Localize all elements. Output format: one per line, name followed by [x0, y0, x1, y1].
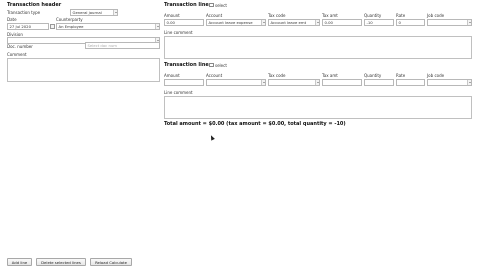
job-code-select-2[interactable] [427, 79, 472, 86]
comment-label: Comment [7, 52, 27, 57]
reload-calculate-button[interactable]: Reload Calculate [90, 258, 132, 266]
col-tax-amt-2: Tax amt [322, 73, 338, 78]
col-job-code-2: Job code [427, 73, 445, 78]
counterparty-select[interactable]: An Employee [56, 23, 160, 30]
chevron-down-icon[interactable] [466, 80, 471, 85]
chevron-down-icon[interactable] [314, 20, 319, 25]
line-comment-textarea-1[interactable] [164, 36, 472, 59]
col-amount-2: Amount [164, 73, 180, 78]
col-quantity-1: Quantity [364, 13, 382, 18]
account-select-2[interactable] [206, 79, 266, 86]
col-tax-amt-1: Tax amt [322, 13, 338, 18]
col-rate-1: Rate [396, 13, 406, 18]
line-comment-label-1: Line comment [164, 30, 193, 35]
amount-input-2[interactable] [164, 79, 204, 86]
transaction-header-title: Transaction header [7, 2, 62, 8]
mouse-cursor-icon [209, 134, 215, 141]
tax-amt-input-2[interactable] [322, 79, 362, 86]
quantity-input-1[interactable]: -10 [364, 19, 394, 26]
line-select-label-2: select [215, 63, 227, 68]
date-field[interactable]: 27 Jul 2020 [7, 23, 49, 30]
line-select-checkbox-2[interactable] [209, 62, 214, 67]
calendar-icon[interactable] [50, 23, 55, 29]
total-summary: Total amount = $0.00 (tax amount = $0.00… [164, 121, 346, 127]
comment-textarea[interactable] [7, 58, 160, 82]
tax-code-value-1: Account leave emt [270, 20, 307, 25]
amount-input-1[interactable]: 0.00 [164, 19, 204, 26]
line-select-label-1: select [215, 3, 227, 8]
chevron-down-icon[interactable] [112, 10, 117, 15]
transaction-line-title-2: Transaction line [164, 62, 209, 68]
add-line-button[interactable]: Add line [7, 258, 32, 266]
counterparty-label: Counterparty [56, 17, 83, 22]
tax-amt-input-1[interactable]: 0.00 [322, 19, 362, 26]
col-rate-2: Rate [396, 73, 406, 78]
counterparty-value: An Employee [58, 24, 84, 29]
account-select-1[interactable]: Account leave expense [206, 19, 266, 26]
line-comment-textarea-2[interactable] [164, 96, 472, 119]
transaction-type-label: Transaction type [7, 10, 41, 15]
col-amount-1: Amount [164, 13, 180, 18]
col-account-1: Account [206, 13, 223, 18]
col-tax-code-2: Tax code [268, 73, 286, 78]
col-quantity-2: Quantity [364, 73, 382, 78]
doc-number-label: Doc. number [7, 44, 33, 49]
chevron-down-icon[interactable] [260, 80, 265, 85]
line-comment-label-2: Line comment [164, 90, 193, 95]
tax-code-select-2[interactable] [268, 79, 320, 86]
chevron-down-icon[interactable] [260, 20, 265, 25]
account-value-1: Account leave expense [208, 20, 253, 25]
transaction-line-title-1: Transaction line [164, 2, 209, 8]
job-code-select-1[interactable] [427, 19, 472, 26]
chevron-down-icon[interactable] [154, 24, 159, 29]
date-label: Date [7, 17, 17, 22]
date-value: 27 Jul 2020 [9, 24, 32, 29]
col-tax-code-1: Tax code [268, 13, 286, 18]
doc-number-input[interactable]: Select doc num [85, 42, 160, 49]
chevron-down-icon[interactable] [314, 80, 319, 85]
quantity-input-2[interactable] [364, 79, 394, 86]
transaction-type-value: General journal [72, 10, 102, 15]
col-job-code-1: Job code [427, 13, 445, 18]
rate-input-1[interactable]: 0 [396, 19, 425, 26]
delete-selected-lines-button[interactable]: Delete selected lines [36, 258, 86, 266]
rate-input-2[interactable] [396, 79, 425, 86]
col-account-2: Account [206, 73, 223, 78]
transaction-type-select[interactable]: General journal [70, 9, 118, 16]
line-select-checkbox-1[interactable] [209, 2, 214, 7]
tax-code-select-1[interactable]: Account leave emt [268, 19, 320, 26]
chevron-down-icon[interactable] [466, 20, 471, 25]
